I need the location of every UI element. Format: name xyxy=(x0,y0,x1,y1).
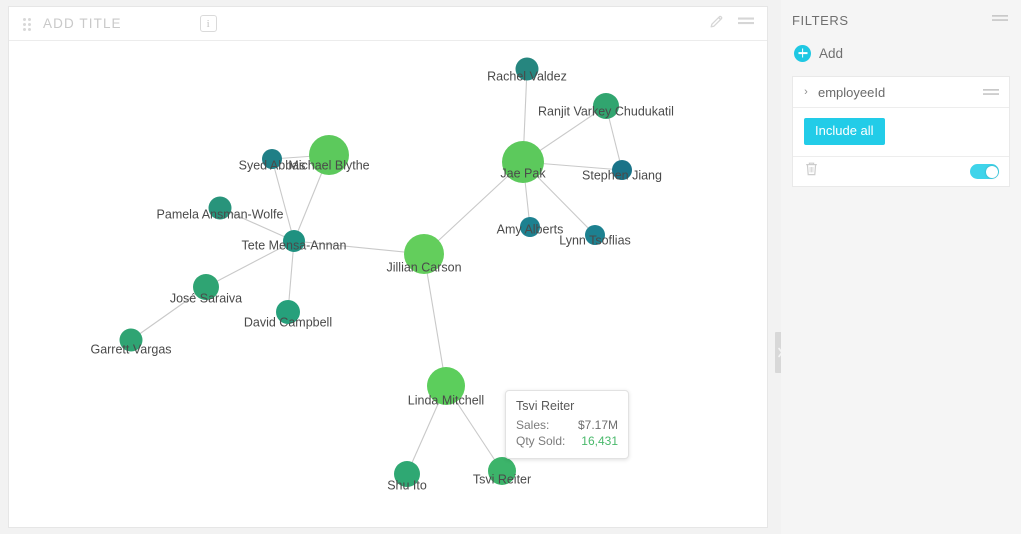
filter-card-menu-icon[interactable] xyxy=(983,87,1000,105)
include-all-button[interactable]: Include all xyxy=(804,118,885,145)
toggle-knob xyxy=(985,165,998,178)
add-filter-button[interactable]: Add xyxy=(781,40,1021,66)
graph-node-label: Linda Mitchell xyxy=(408,393,484,407)
tooltip-value-sales: $7.17M xyxy=(577,418,618,432)
graph-node-label: Pamela Ansman-Wolfe xyxy=(157,207,284,221)
tooltip-title: Tsvi Reiter xyxy=(516,399,575,413)
filters-title: FILTERS xyxy=(792,12,849,28)
trash-icon[interactable] xyxy=(804,161,819,182)
graph-node[interactable]: David Campbell xyxy=(244,300,332,329)
graph-node-label: José Saraiva xyxy=(170,291,242,305)
card-header-tools xyxy=(708,7,755,41)
graph-node[interactable]: Tsvi Reiter xyxy=(473,457,531,486)
tooltip-key-sales: Sales: xyxy=(516,418,550,432)
graph-node-label: Lynn Tsoflias xyxy=(559,233,631,247)
graph-node-label: Ranjit Varkey Chudukatil xyxy=(538,104,674,118)
tooltip-key-qty: Qty Sold: xyxy=(516,434,566,448)
graph-node-label: Tsvi Reiter xyxy=(473,472,531,486)
graph-node[interactable]: Syed Abbas xyxy=(239,149,306,172)
graph-node[interactable]: Linda Mitchell xyxy=(408,367,484,407)
chevron-right-icon[interactable]: › xyxy=(802,86,810,98)
filter-card-body: Include all xyxy=(793,108,1009,156)
filter-enabled-toggle[interactable] xyxy=(970,164,999,179)
filters-panel: FILTERS Add › employeeId Include all xyxy=(781,0,1021,534)
filters-header: FILTERS xyxy=(781,0,1021,40)
graph-node-label: Shu Ito xyxy=(387,478,427,492)
filter-card-footer xyxy=(793,156,1009,186)
tooltip-value-qty: 16,431 xyxy=(581,434,618,448)
graph-node[interactable]: Shu Ito xyxy=(387,461,427,492)
graph-node-label: Garrett Vargas xyxy=(90,342,171,356)
page-title[interactable]: ADD TITLE xyxy=(43,16,122,31)
node-tooltip: Tsvi Reiter Sales: $7.17M Qty Sold: 16,4… xyxy=(505,390,629,459)
tooltip-row-sales: Sales: $7.17M xyxy=(516,417,618,433)
graph-node-label: Amy Alberts xyxy=(497,222,564,236)
filter-field-name: employeeId xyxy=(818,84,886,100)
add-filter-label: Add xyxy=(819,45,844,61)
tooltip-row-qty: Qty Sold: 16,431 xyxy=(516,433,618,449)
graph-node[interactable]: Garrett Vargas xyxy=(90,328,172,357)
plus-circle-icon xyxy=(794,44,811,62)
card-header: ADD TITLE i xyxy=(9,7,767,41)
hamburger-menu-icon[interactable] xyxy=(737,15,755,34)
graph-node-label: Tete Mensa-Annan xyxy=(242,238,347,252)
network-graph-canvas[interactable]: Rachel Valdez Ranjit Varkey Chudukatil Jae… xyxy=(9,41,767,527)
filter-card-employeeid: › employeeId Include all xyxy=(792,76,1010,187)
graph-node[interactable]: Amy Alberts xyxy=(497,217,564,237)
filters-menu-icon[interactable] xyxy=(992,13,1009,31)
graph-node[interactable]: Ranjit Varkey Chudukatil xyxy=(538,93,674,119)
filter-card-header[interactable]: › employeeId xyxy=(793,77,1009,108)
graph-node[interactable]: Pamela Ansman-Wolfe xyxy=(157,196,284,222)
graph-node[interactable]: Stephen Jiang xyxy=(582,160,662,182)
drag-handle-icon[interactable] xyxy=(23,17,33,31)
graph-node[interactable]: Tete Mensa-Annan xyxy=(242,230,347,252)
pencil-icon[interactable] xyxy=(708,13,725,35)
app-root: ADD TITLE i Rachel Valdez Ranjit Varkey … xyxy=(0,0,1021,534)
graph-node-label: Jae Pak xyxy=(500,166,546,180)
graph-node-label: David Campbell xyxy=(244,315,332,329)
graph-node[interactable]: Rachel Valdez xyxy=(487,57,567,84)
graph-node[interactable]: Jillian Carson xyxy=(386,234,462,274)
graph-node[interactable]: Lynn Tsoflias xyxy=(559,225,631,247)
graph-node-label: Rachel Valdez xyxy=(487,69,567,83)
graph-node-label: Jillian Carson xyxy=(386,260,461,274)
visualization-card: ADD TITLE i Rachel Valdez Ranjit Varkey … xyxy=(8,6,768,528)
graph-node[interactable]: José Saraiva xyxy=(170,274,242,305)
network-graph-svg: Rachel Valdez Ranjit Varkey Chudukatil Jae… xyxy=(90,57,674,492)
graph-node[interactable]: Jae Pak xyxy=(500,141,546,183)
graph-node-label: Stephen Jiang xyxy=(582,168,662,182)
graph-node-label: Syed Abbas xyxy=(239,158,306,172)
info-button[interactable]: i xyxy=(199,15,217,32)
